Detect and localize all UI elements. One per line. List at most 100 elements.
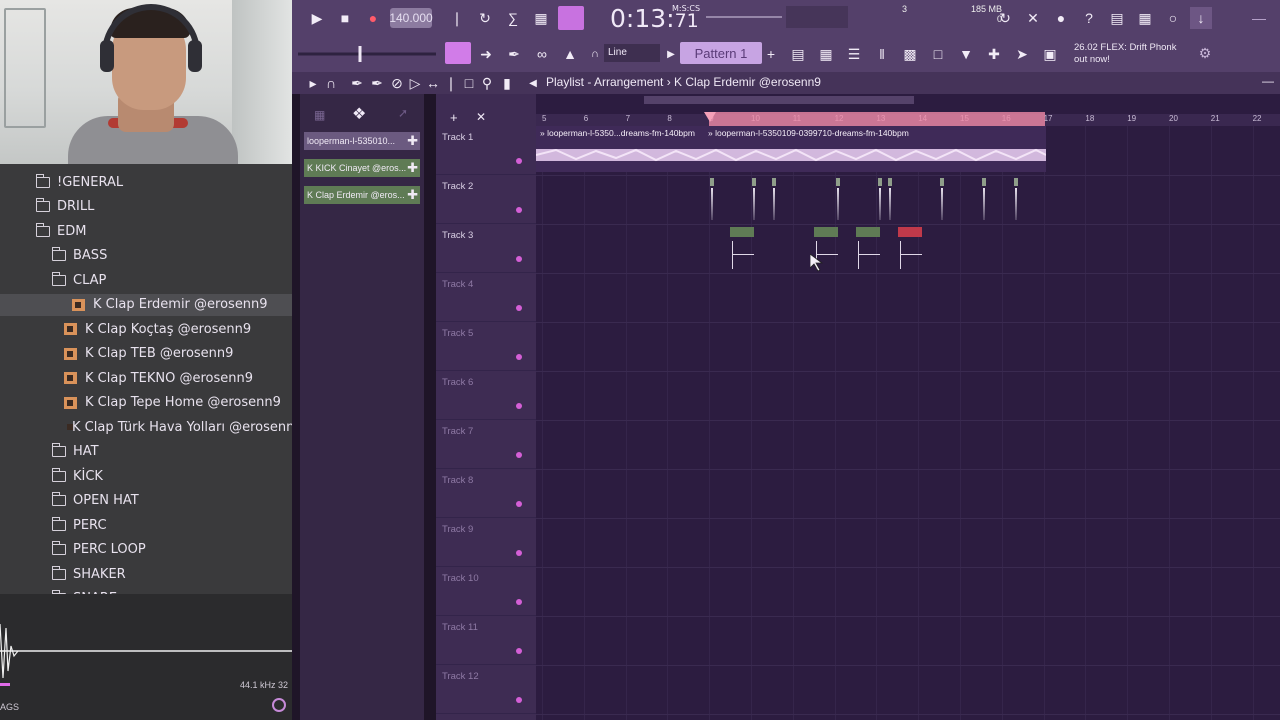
track-mute-dot[interactable]: [516, 599, 522, 605]
pattern-prev-icon[interactable]: ▶: [660, 43, 682, 65]
track-header[interactable]: Track 1: [436, 126, 536, 175]
draw-tool-icon[interactable]: ✒: [346, 72, 368, 94]
clap-clip[interactable]: [730, 227, 754, 271]
track-mute-dot[interactable]: [516, 207, 522, 213]
picker-item[interactable]: K Clap Erdemir @eros... ✚: [304, 186, 420, 204]
browser-folder[interactable]: EDM: [0, 220, 292, 242]
picker-item[interactable]: K KICK Cinayet @eros... ✚: [304, 159, 420, 177]
touch-icon[interactable]: ➤: [1011, 43, 1033, 65]
browser-folder[interactable]: PERC LOOP: [0, 539, 292, 561]
track-mute-dot[interactable]: [516, 354, 522, 360]
undo-icon[interactable]: ↻: [994, 7, 1016, 29]
browser-file[interactable]: K Clap TEB @erosenn9: [0, 343, 292, 365]
piano-roll-icon[interactable]: ▦: [815, 43, 837, 65]
playhead-marker[interactable]: [704, 112, 716, 124]
paint-tool-icon[interactable]: ✒: [366, 72, 388, 94]
wait-icon[interactable]: ↻: [474, 7, 496, 29]
browser-file[interactable]: K Clap Türk Hava Yolları @erosenn9: [0, 416, 292, 438]
track-mute-dot[interactable]: [516, 305, 522, 311]
chat-icon[interactable]: ○: [1162, 7, 1184, 29]
stamp-icon[interactable]: ▲: [559, 43, 581, 65]
track-header[interactable]: Track 12: [436, 665, 536, 714]
stop-icon[interactable]: ■: [334, 7, 356, 29]
channel-rack-icon[interactable]: ☰: [843, 43, 865, 65]
microphone-icon[interactable]: ●: [1050, 7, 1072, 29]
picker-add-icon[interactable]: ✚: [407, 132, 418, 150]
track-mute-dot[interactable]: [516, 158, 522, 164]
pencil-icon[interactable]: ✒: [503, 43, 525, 65]
link-icon[interactable]: ∞: [531, 43, 553, 65]
kick-clip[interactable]: [1014, 178, 1018, 222]
kick-clip[interactable]: [982, 178, 986, 222]
search-icon[interactable]: [272, 698, 286, 712]
metronome-icon[interactable]: ❘: [446, 7, 468, 29]
minimize-icon[interactable]: —: [1248, 7, 1270, 29]
kick-clip[interactable]: [888, 178, 892, 222]
countdown-icon[interactable]: ∑: [502, 7, 524, 29]
snap-selector[interactable]: Line: [604, 44, 660, 62]
kick-clip[interactable]: [710, 178, 714, 222]
track-header[interactable]: Track 11: [436, 616, 536, 665]
cut-icon[interactable]: ✕: [1022, 7, 1044, 29]
picker-add-icon[interactable]: ✚: [407, 159, 418, 177]
kick-clip[interactable]: [752, 178, 756, 222]
magnet-icon[interactable]: ∩: [584, 43, 606, 65]
mixer-icon[interactable]: ▤: [787, 43, 809, 65]
play-icon[interactable]: ▶: [306, 7, 328, 29]
browser-file[interactable]: K Clap Erdemir @erosenn9: [0, 293, 292, 316]
wrench-icon[interactable]: ✚: [983, 43, 1005, 65]
browser-folder[interactable]: SHAKER: [0, 563, 292, 585]
browser-folder[interactable]: !GENERAL: [0, 171, 292, 193]
master-pitch-slider[interactable]: [298, 44, 438, 64]
zoom-tool-icon[interactable]: ⚲: [476, 72, 498, 94]
kick-clip[interactable]: [878, 178, 882, 222]
playlist-button[interactable]: [445, 42, 471, 64]
playback-tool-icon[interactable]: ▮: [496, 72, 518, 94]
close-icon[interactable]: —: [1262, 74, 1274, 88]
picker-patterns-icon[interactable]: ▦: [314, 108, 325, 122]
browser-folder[interactable]: CLAP: [0, 269, 292, 291]
picker-add-icon[interactable]: ✚: [407, 186, 418, 204]
track-header[interactable]: Track 9: [436, 518, 536, 567]
kick-clip[interactable]: [772, 178, 776, 222]
browser-folder[interactable]: DRILL: [0, 196, 292, 218]
track-header[interactable]: Track 5: [436, 322, 536, 371]
track-header[interactable]: Track 6: [436, 371, 536, 420]
loop-record-button[interactable]: [558, 6, 584, 30]
mixer-faders-icon[interactable]: ‖: [871, 43, 893, 65]
clap-clip[interactable]: [898, 227, 922, 271]
cart-icon[interactable]: ▣: [1039, 43, 1061, 65]
help-icon[interactable]: ?: [1078, 7, 1100, 29]
layout-icon[interactable]: ▩: [899, 43, 921, 65]
pattern-selector[interactable]: Pattern 1: [680, 42, 762, 64]
horizontal-scrollbar[interactable]: [644, 96, 914, 104]
add-pattern-icon[interactable]: +: [760, 43, 782, 65]
remove-track-icon[interactable]: ✕: [476, 110, 486, 124]
browser-folder[interactable]: OPEN HAT: [0, 490, 292, 512]
track-header[interactable]: Track 7: [436, 420, 536, 469]
picker-automation-icon[interactable]: ➚: [398, 106, 408, 120]
record-icon[interactable]: ●: [362, 7, 384, 29]
track-mute-dot[interactable]: [516, 550, 522, 556]
track-header[interactable]: Track 4: [436, 273, 536, 322]
plugin-icon[interactable]: ▼: [955, 43, 977, 65]
track-mute-dot[interactable]: [516, 697, 522, 703]
save-icon[interactable]: ▤: [1106, 7, 1128, 29]
track-mute-dot[interactable]: [516, 501, 522, 507]
news-panel[interactable]: 26.02 FLEX: Drift Phonk out now!: [1074, 42, 1176, 66]
audio-clip-track1[interactable]: » looperman-l-5350...dreams-fm-140bpm » …: [536, 126, 1046, 172]
track-mute-dot[interactable]: [516, 256, 522, 262]
tags-label[interactable]: AGS: [0, 702, 19, 712]
browser-folder[interactable]: BASS: [0, 245, 292, 267]
picker-item[interactable]: looperman-l-535010... ✚: [304, 132, 420, 150]
track-header[interactable]: Track 3: [436, 224, 536, 273]
browser-folder[interactable]: KİCK: [0, 465, 292, 487]
arrow-right-icon[interactable]: ➜: [475, 43, 497, 65]
track-mute-dot[interactable]: [516, 403, 522, 409]
kick-clip[interactable]: [940, 178, 944, 222]
arrangement-grid[interactable]: 5678910111213141516171819202122 » looper…: [536, 94, 1280, 720]
kick-clip[interactable]: [836, 178, 840, 222]
track-header[interactable]: Track 8: [436, 469, 536, 518]
breadcrumb-arrow-icon[interactable]: ◀: [522, 72, 544, 94]
step-edit-icon[interactable]: ▦: [530, 7, 552, 29]
